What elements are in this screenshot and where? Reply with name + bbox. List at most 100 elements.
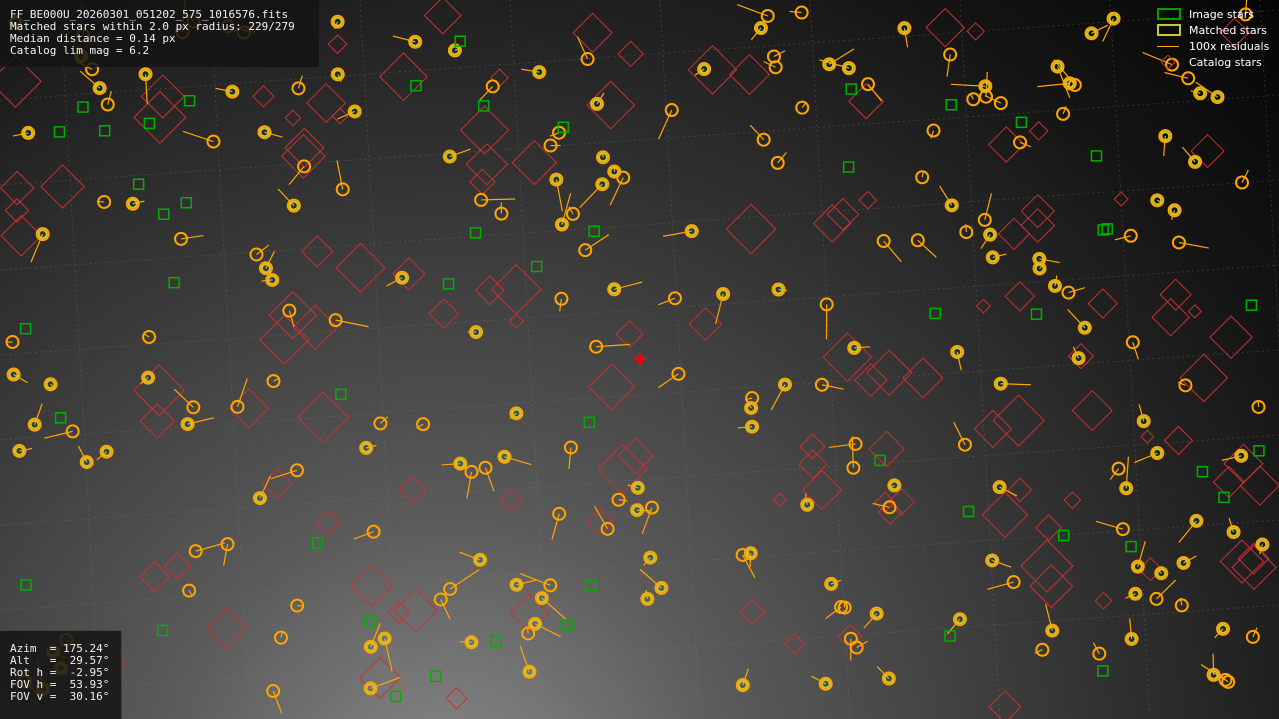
catalog-star-marker	[133, 90, 187, 144]
image-star-marker	[335, 388, 347, 401]
catalog-star-swatch-icon	[1160, 54, 1176, 70]
catalog-star-marker	[975, 298, 991, 314]
catalog-star-marker	[1020, 193, 1055, 229]
image-star-marker	[583, 416, 596, 428]
image-star-marker	[143, 117, 156, 130]
catalog-star-marker	[1140, 429, 1155, 444]
catalog-star-marker	[586, 507, 615, 536]
catalog-star-marker	[725, 203, 777, 255]
grid-line	[0, 264, 1279, 356]
image-star-marker	[944, 630, 956, 642]
image-star-marker	[20, 579, 32, 591]
catalog-star-marker	[350, 564, 393, 607]
image-star-marker	[530, 260, 543, 273]
legend-label: Image stars	[1189, 7, 1254, 21]
residual-line-swatch-icon	[1157, 46, 1179, 47]
residual-line	[180, 234, 204, 240]
image-star-marker	[962, 505, 975, 518]
residual-line	[917, 239, 937, 258]
catalog-star-marker	[966, 22, 985, 41]
image-star-marker	[1090, 150, 1103, 162]
catalog-star-marker	[772, 492, 787, 507]
catalog-star-marker	[617, 437, 654, 474]
image-star-marker	[1245, 299, 1258, 311]
residual-line	[970, 94, 974, 100]
image-star-marker	[54, 411, 67, 424]
catalog-star-marker	[997, 217, 1031, 251]
residual-line	[188, 590, 193, 596]
residual-line	[609, 177, 624, 206]
image-star-marker	[430, 670, 442, 683]
image-star-marker	[929, 307, 941, 320]
catalog-star-marker	[327, 34, 348, 55]
catalog-star-marker	[1187, 304, 1203, 319]
image-star-marker	[945, 99, 957, 111]
match-info-panel: FF_BE000U_20260301_051202_575_1016576.fi…	[0, 0, 319, 67]
residual-line	[749, 124, 765, 141]
center-marker	[634, 353, 646, 365]
legend-label: Matched stars	[1189, 23, 1267, 37]
catalog-star-marker	[499, 487, 524, 512]
catalog-star-marker	[992, 394, 1045, 447]
catalog-star-marker	[812, 204, 852, 243]
catalog-star-marker	[981, 491, 1029, 539]
image-star-marker	[1125, 540, 1137, 553]
catalog-star-marker	[1071, 389, 1113, 432]
catalog-star-marker	[259, 314, 310, 365]
catalog-star-marker	[1029, 564, 1074, 609]
residual-line	[637, 509, 652, 512]
residual-line	[519, 573, 551, 586]
catalog-star-marker	[132, 364, 186, 417]
residual-line	[288, 310, 295, 327]
image-star-marker	[1030, 308, 1043, 320]
catalog-star-marker	[1209, 315, 1253, 360]
catalog-star-marker	[617, 40, 644, 68]
catalog-star-marker	[1004, 280, 1036, 312]
image-star-marker	[132, 178, 145, 191]
catalog-star-marker	[387, 601, 411, 624]
legend: Image stars Matched stars 100x residuals…	[1155, 6, 1269, 70]
residual-line	[737, 426, 753, 429]
image-star-marker	[390, 690, 402, 703]
catalog-star-marker	[801, 469, 843, 511]
catalog-star-marker	[784, 633, 806, 655]
image-star-swatch-icon	[1157, 8, 1181, 20]
catalog-star-marker	[490, 68, 509, 88]
catalog-star-marker	[822, 332, 873, 383]
residual-line	[288, 166, 305, 185]
catalog-star-marker	[1028, 121, 1049, 141]
residual-line	[821, 384, 844, 390]
catalog-star-marker	[228, 388, 269, 429]
residual-line	[657, 373, 679, 389]
catalog-star-marker	[687, 44, 738, 95]
image-star-marker	[183, 94, 196, 107]
image-star-marker	[1196, 465, 1209, 478]
catalog-star-marker	[799, 433, 826, 460]
catalog-star-marker	[398, 475, 427, 504]
catalog-star-marker	[474, 275, 505, 306]
catalog-star-marker	[331, 107, 349, 125]
catalog-star-marker	[728, 53, 771, 96]
legend-label: Catalog stars	[1189, 55, 1262, 69]
matched-star-swatch-icon	[1157, 24, 1181, 36]
catalog-star-marker	[1020, 539, 1074, 593]
catalog-star-marker	[1163, 425, 1194, 456]
catalog-star-marker	[508, 313, 525, 329]
catalog-star-marker	[988, 126, 1025, 163]
image-star-marker	[410, 79, 422, 92]
catalog-star-marker	[587, 363, 636, 411]
legend-item-matched-stars: Matched stars	[1155, 22, 1269, 38]
catalog-star-marker	[139, 403, 175, 439]
grid-line	[959, 0, 1001, 719]
image-star-marker	[490, 635, 502, 648]
residual-line	[883, 240, 902, 263]
catalog-star-marker	[445, 687, 468, 710]
image-star-marker	[1097, 665, 1109, 677]
catalog-star-marker	[428, 298, 460, 330]
residual-line	[657, 109, 673, 140]
image-star-marker	[842, 161, 855, 173]
catalog-star-marker	[140, 74, 185, 119]
image-star-marker	[1015, 116, 1028, 129]
residual-line	[1156, 579, 1177, 600]
catalog-star-marker	[1239, 465, 1279, 506]
